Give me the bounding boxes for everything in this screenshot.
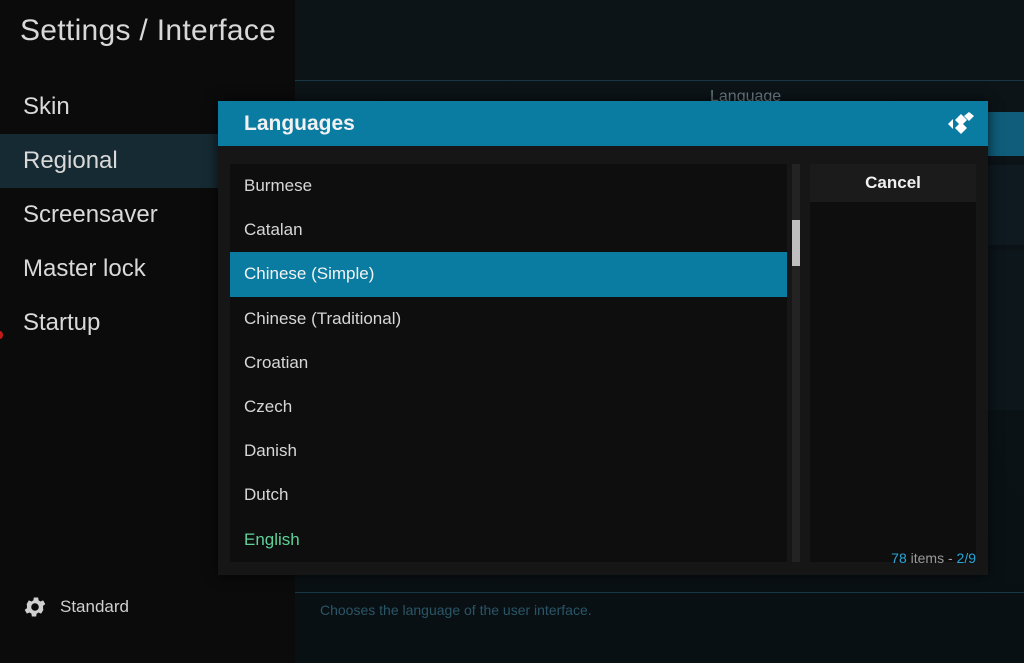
kodi-logo-icon	[948, 112, 974, 134]
list-scrollbar[interactable]	[792, 164, 800, 562]
background-footer-divider	[295, 592, 1024, 593]
list-item[interactable]: Burmese	[230, 164, 787, 208]
list-item[interactable]: Croatian	[230, 341, 787, 385]
setting-description: Chooses the language of the user interfa…	[320, 602, 592, 618]
gear-icon	[24, 597, 46, 617]
settings-level-label: Standard	[60, 597, 129, 616]
page-title: Settings / Interface	[20, 14, 277, 47]
background-focused-setting	[986, 112, 1024, 156]
background-setting-row	[986, 250, 1024, 410]
item-count-number: 78	[891, 550, 907, 566]
dialog-title: Languages	[244, 112, 355, 135]
language-list: Burmese Catalan Chinese (Simple) Chinese…	[230, 164, 787, 562]
item-count-suffix: items -	[906, 550, 957, 566]
scrollbar-thumb[interactable]	[792, 220, 800, 266]
dialog-side-panel: Cancel	[810, 164, 976, 562]
settings-level-button[interactable]: Standard	[22, 594, 129, 620]
list-item[interactable]: Catalan	[230, 208, 787, 252]
background-divider	[295, 80, 1024, 81]
languages-dialog: Languages Burmese Catalan Chinese (Simpl…	[218, 101, 988, 575]
list-item-current-language[interactable]: English	[230, 518, 787, 562]
list-item[interactable]: Dutch	[230, 473, 787, 517]
cancel-button[interactable]: Cancel	[810, 164, 976, 202]
background-setting-row	[986, 165, 1024, 245]
dialog-header: Languages	[218, 101, 988, 146]
list-item-selected[interactable]: Chinese (Simple)	[230, 252, 787, 297]
page-indicator: 2/9	[956, 550, 976, 566]
item-count: 78 items - 2/9	[891, 550, 976, 566]
list-item[interactable]: Chinese (Traditional)	[230, 297, 787, 341]
list-item[interactable]: Czech	[230, 385, 787, 429]
list-item[interactable]: Danish	[230, 429, 787, 473]
